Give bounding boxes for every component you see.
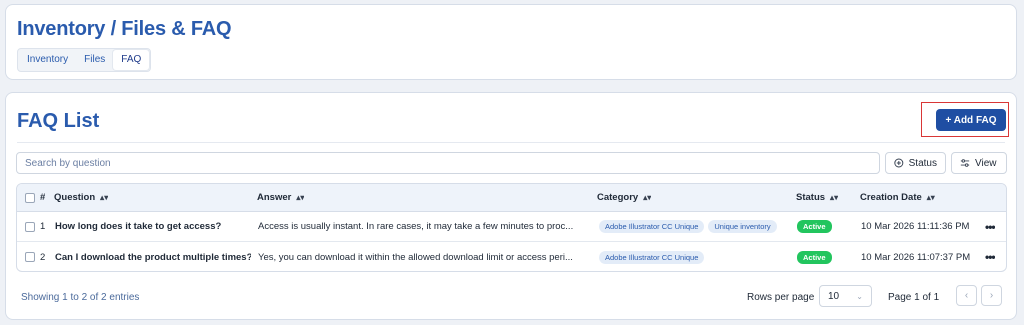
- column-question-label: Question: [54, 192, 96, 203]
- plus-circle-icon: [894, 158, 904, 168]
- status-badge: Active: [797, 250, 832, 264]
- search-input[interactable]: [16, 152, 880, 174]
- chevron-right-icon: ›: [989, 290, 994, 301]
- column-status-label: Status: [796, 192, 826, 203]
- row-index: 2: [40, 251, 46, 263]
- select-all-cell: [25, 184, 35, 211]
- row-checkbox[interactable]: [25, 221, 35, 232]
- row-answer: Yes, you can download it within the allo…: [258, 251, 573, 263]
- row-question: Can I download the product multiple time…: [55, 251, 251, 263]
- chevron-left-icon: ‹: [964, 290, 969, 301]
- column-category-header[interactable]: Category ▴▾: [597, 184, 651, 211]
- row-index: 1: [40, 221, 46, 232]
- row-answer: Access is usually instant. In rare cases…: [258, 221, 574, 232]
- row-checkbox[interactable]: [25, 252, 35, 262]
- category-chip: Unique inventory: [708, 220, 777, 233]
- view-options-label: View: [975, 157, 997, 169]
- faq-list-title: FAQ List: [17, 110, 100, 132]
- page-title: Inventory / Files & FAQ: [17, 18, 232, 40]
- column-category-label: Category: [597, 192, 639, 203]
- view-options-button[interactable]: View: [951, 152, 1007, 174]
- row-created-date: 10 Mar 2026 11:07:37 PM: [861, 251, 971, 263]
- sort-icon: ▴▾: [296, 193, 305, 202]
- tab-inventory[interactable]: Inventory: [19, 50, 76, 70]
- category-chip: Adobe Illustrator CC Unique: [599, 250, 705, 264]
- rows-per-page-value: 10: [828, 290, 840, 302]
- next-page-button[interactable]: ›: [981, 285, 1002, 306]
- status-filter-label: Status: [908, 157, 937, 169]
- row-question: How long does it take to get access?: [55, 221, 222, 232]
- faq-list-card: FAQ List + Add FAQ Status View # Questio…: [5, 92, 1017, 320]
- status-badge: Active: [797, 220, 832, 233]
- sliders-icon: [960, 159, 970, 167]
- column-created-label: Creation Date: [860, 192, 922, 203]
- row-more-icon[interactable]: •••: [985, 242, 995, 271]
- status-filter-button[interactable]: Status: [885, 152, 946, 174]
- column-index-header: #: [40, 192, 46, 203]
- row-categories: Adobe Illustrator CC Unique: [599, 242, 708, 271]
- row-status: Active: [797, 242, 832, 271]
- column-answer-label: Answer: [257, 192, 292, 203]
- chevron-down-icon: ⌄: [856, 291, 863, 301]
- column-answer-header[interactable]: Answer ▴▾: [257, 184, 304, 211]
- tab-files[interactable]: Files: [76, 50, 113, 70]
- table-header-row: # Question ▴▾ Answer ▴▾ Category ▴▾ Status ▴…: [17, 184, 1006, 212]
- select-all-checkbox[interactable]: [25, 192, 35, 203]
- column-created-header[interactable]: Creation Date ▴▾: [860, 184, 935, 211]
- previous-page-button[interactable]: ‹: [956, 285, 977, 306]
- table-row: 2 Can I download the product multiple ti…: [17, 242, 1006, 271]
- category-chip: Adobe Illustrator CC Unique: [599, 220, 705, 233]
- rows-per-page-label: Rows per page: [747, 292, 815, 303]
- sort-icon: ▴▾: [926, 193, 935, 202]
- entries-summary: Showing 1 to 2 of 2 entries: [21, 292, 140, 303]
- sort-icon: ▴▾: [643, 193, 652, 202]
- faq-table: # Question ▴▾ Answer ▴▾ Category ▴▾ Status ▴…: [16, 183, 1007, 272]
- row-select-cell: [25, 242, 35, 271]
- header-card: Inventory / Files & FAQ Inventory Files …: [5, 4, 1017, 80]
- tab-faq[interactable]: FAQ: [113, 50, 150, 70]
- column-question-header[interactable]: Question ▴▾: [54, 184, 108, 211]
- row-status: Active: [797, 212, 832, 241]
- breadcrumb-tabs: Inventory Files FAQ: [17, 48, 152, 72]
- page-info: Page 1 of 1: [888, 292, 940, 303]
- add-faq-button[interactable]: + Add FAQ: [936, 109, 1006, 131]
- sort-icon: ▴▾: [100, 193, 109, 202]
- row-categories: Adobe Illustrator CC Unique Unique inven…: [599, 212, 781, 241]
- row-more-icon[interactable]: •••: [985, 212, 995, 241]
- row-created-date: 10 Mar 2026 11:11:36 PM: [861, 221, 970, 232]
- add-faq-highlight: + Add FAQ: [921, 102, 1009, 137]
- divider: [17, 142, 1005, 143]
- sort-icon: ▴▾: [830, 193, 839, 202]
- column-status-header[interactable]: Status ▴▾: [796, 184, 838, 211]
- rows-per-page-select[interactable]: 10 ⌄: [819, 285, 872, 307]
- row-select-cell: [25, 212, 35, 241]
- table-row: 1 How long does it take to get access? A…: [17, 212, 1006, 242]
